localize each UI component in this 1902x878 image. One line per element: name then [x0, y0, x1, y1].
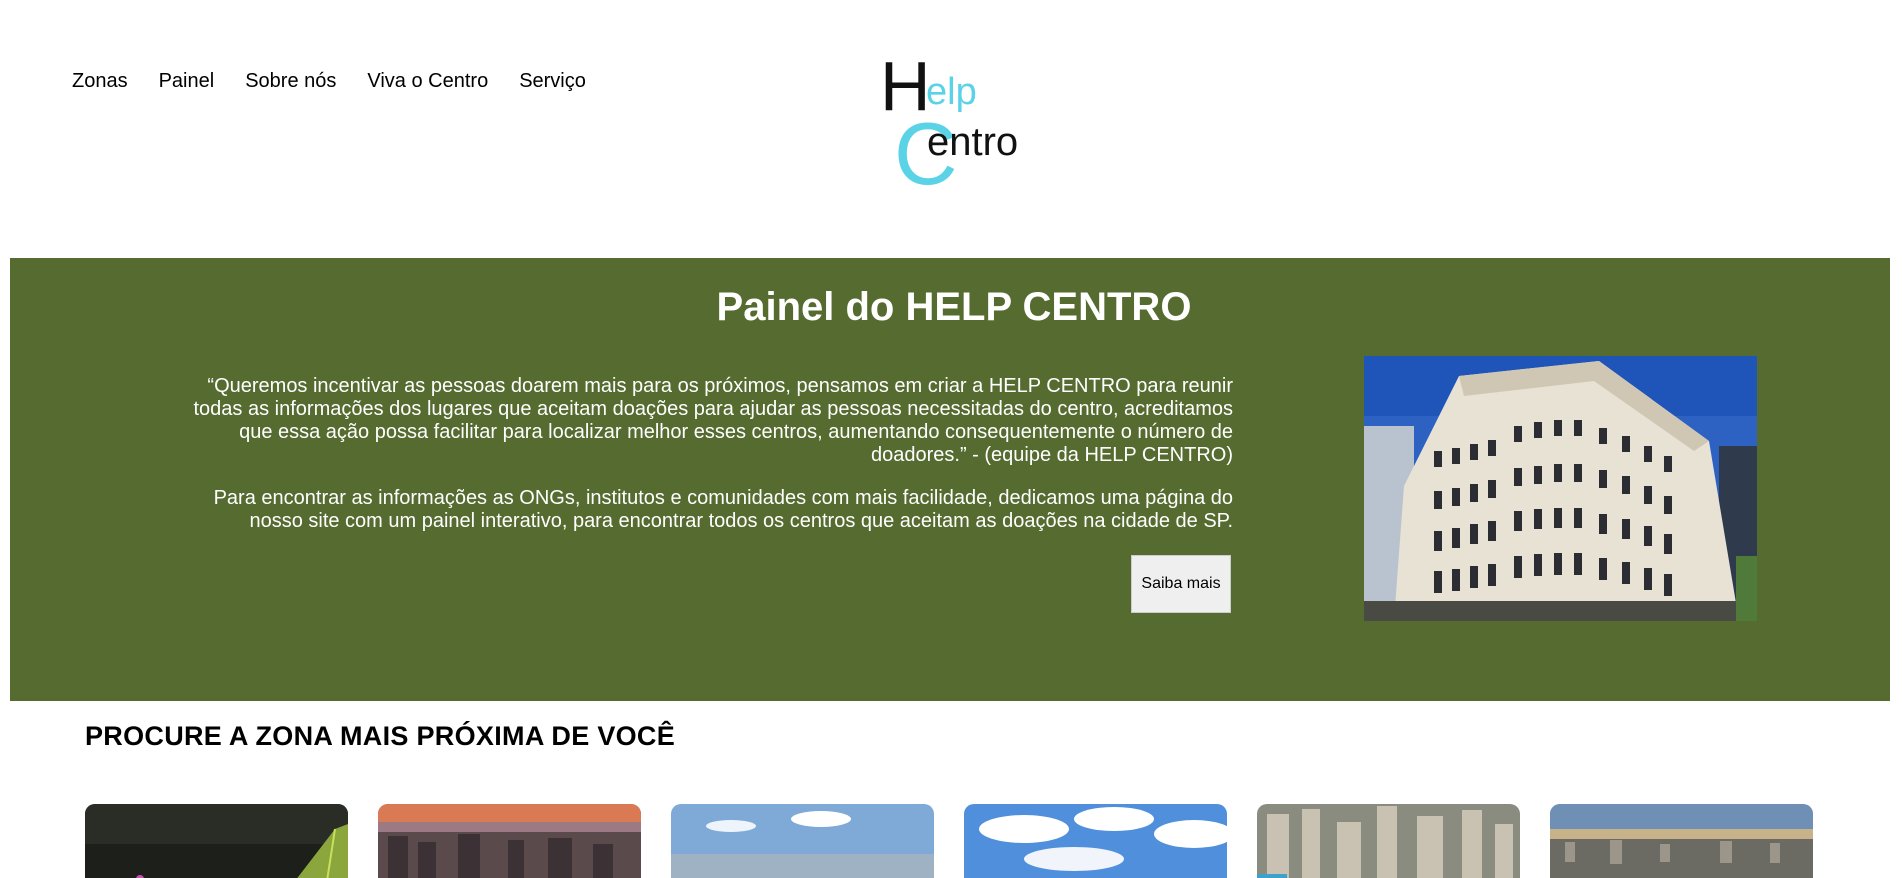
zone-card[interactable]: [1550, 804, 1813, 878]
zone-card[interactable]: [85, 804, 348, 878]
hero-text: “Queremos incentivar as pessoas doarem m…: [193, 375, 1234, 553]
help-centro-logo[interactable]: H elp C entro: [880, 47, 1040, 203]
svg-text:entro: entro: [927, 120, 1018, 164]
zones-section-title: PROCURE A ZONA MAIS PRÓXIMA DE VOCÊ: [85, 721, 676, 751]
nav-link-painel[interactable]: Painel: [159, 70, 215, 93]
building-photo: [1364, 356, 1757, 621]
main-nav: Zonas Painel Sobre nós Viva o Centro Ser…: [72, 70, 617, 93]
saiba-mais-button[interactable]: Saiba mais: [1131, 555, 1231, 613]
zone-photo: [1257, 804, 1520, 878]
nav-link-sobre-nos[interactable]: Sobre nós: [245, 70, 336, 93]
zones-grid: [85, 804, 1813, 878]
zone-card[interactable]: [378, 804, 641, 878]
zone-photo: [378, 804, 641, 878]
hero-description: Para encontrar as informações as ONGs, i…: [213, 487, 1233, 532]
nav-link-viva-o-centro[interactable]: Viva o Centro: [367, 70, 488, 93]
nav-link-zonas[interactable]: Zonas: [72, 70, 128, 93]
zone-photo: [964, 804, 1227, 878]
zone-photo: [671, 804, 934, 878]
zone-card[interactable]: [671, 804, 934, 878]
hero-quote: “Queremos incentivar as pessoas doarem m…: [193, 375, 1234, 466]
logo-graphic: H elp C entro: [880, 47, 1018, 203]
zone-photo: [85, 804, 348, 878]
zone-card[interactable]: [964, 804, 1227, 878]
zone-card[interactable]: [1257, 804, 1520, 878]
zone-photo: [1550, 804, 1813, 878]
hero-panel: Painel do HELP CENTRO “Queremos incentiv…: [10, 258, 1890, 701]
nav-link-servico[interactable]: Serviço: [519, 70, 586, 93]
hero-title: Painel do HELP CENTRO: [716, 285, 1192, 329]
